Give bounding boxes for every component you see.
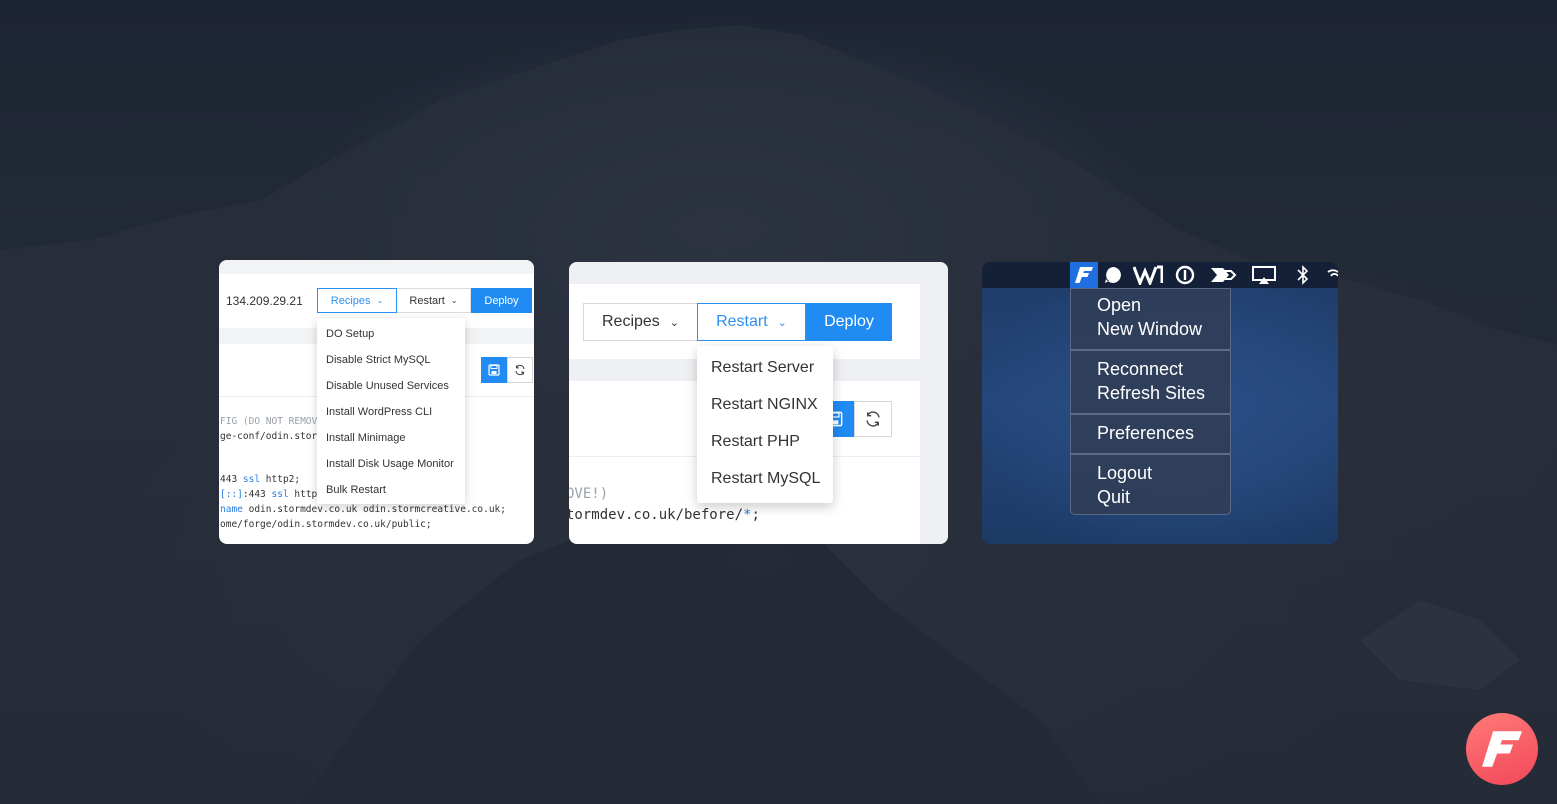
recipes-menu-screenshot: 134.209.29.21 Recipes ⌄ Restart ⌄ Deploy…: [219, 260, 534, 544]
bluetooth-icon[interactable]: [1294, 264, 1312, 286]
restart-button[interactable]: Restart ⌄: [697, 303, 806, 341]
menu-item-install-wordpress-cli[interactable]: Install WordPress CLI: [326, 406, 432, 418]
forge-icon: [1075, 267, 1093, 283]
menubar-app-screenshot: Open New Window Reconnect Refresh Sites …: [982, 262, 1338, 544]
chevron-down-icon: ⌄: [450, 296, 458, 305]
w-icon: [1133, 265, 1163, 285]
recipes-label: Recipes: [601, 313, 660, 330]
wifi-icon[interactable]: [1322, 264, 1338, 286]
refresh-icon: [515, 364, 525, 376]
recipes-label: Recipes: [330, 294, 371, 307]
menu-item-logout[interactable]: Logout: [1097, 463, 1152, 484]
mac-menubar: [982, 262, 1338, 288]
code-line: 443 ssl http2;: [220, 474, 301, 485]
menu-item-reconnect[interactable]: Reconnect: [1097, 359, 1183, 380]
password-icon[interactable]: [1174, 264, 1196, 286]
forge-dropdown-menu: Open New Window Reconnect Refresh Sites …: [1070, 288, 1231, 515]
menu-item-disable-strict-mysql[interactable]: Disable Strict MySQL: [326, 354, 431, 366]
server-ip: 134.209.29.21: [226, 294, 303, 308]
deploy-button[interactable]: Deploy: [806, 303, 892, 341]
code-line: ome/forge/odin.stormdev.co.uk/public;: [220, 519, 432, 530]
server-toolbar: 134.209.29.21 Recipes ⌄ Restart ⌄ Deploy: [219, 287, 534, 315]
chevron-down-icon: ⌄: [777, 316, 787, 329]
top-band: [569, 262, 948, 284]
lock-circle-icon: [1175, 265, 1195, 285]
menu-item-do-setup[interactable]: DO Setup: [326, 328, 374, 340]
deploy-label: Deploy: [484, 294, 519, 307]
refresh-button[interactable]: [854, 401, 892, 437]
code-line: [::]:443 ssl http: [220, 489, 318, 500]
restart-menu-screenshot: Recipes ⌄ Restart ⌄ Deploy OVE!) tormdev…: [569, 262, 948, 544]
restart-button[interactable]: Restart ⌄: [397, 288, 471, 313]
forge-app-badge: [1466, 713, 1538, 785]
menu-item-preferences[interactable]: Preferences: [1097, 423, 1194, 444]
restart-label: Restart: [716, 313, 768, 330]
menu-item-new-window[interactable]: New Window: [1097, 319, 1202, 340]
refresh-icon: [866, 411, 880, 427]
menu-item-open[interactable]: Open: [1097, 295, 1141, 316]
restart-dropdown: Restart Server Restart NGINX Restart PHP…: [697, 346, 833, 503]
menu-item-refresh-sites[interactable]: Refresh Sites: [1097, 383, 1205, 404]
top-strip: [219, 260, 534, 274]
menu-separator: [1071, 453, 1230, 455]
menu-separator: [1071, 413, 1230, 415]
code-line: tormdev.co.uk/before/*;: [569, 507, 760, 523]
recipes-button[interactable]: Recipes ⌄: [317, 288, 397, 313]
refresh-button[interactable]: [507, 357, 533, 383]
menu-item-install-disk-usage-monitor[interactable]: Install Disk Usage Monitor: [326, 458, 454, 470]
save-icon: [488, 364, 500, 376]
airplay-icon[interactable]: [1250, 264, 1278, 286]
save-button[interactable]: [481, 357, 507, 383]
status-icon[interactable]: [1102, 264, 1124, 286]
forge-menubar-icon[interactable]: [1070, 262, 1098, 288]
menu-item-restart-php[interactable]: Restart PHP: [711, 433, 800, 451]
chevron-down-icon: ⌄: [376, 296, 384, 305]
menu-item-restart-server[interactable]: Restart Server: [711, 359, 814, 377]
deploy-button[interactable]: Deploy: [471, 288, 532, 313]
forge-logo-icon: [1482, 731, 1522, 767]
menu-item-restart-nginx[interactable]: Restart NGINX: [711, 396, 818, 414]
menu-item-quit[interactable]: Quit: [1097, 487, 1130, 508]
wifi-glyph: [1327, 269, 1338, 277]
forward-arrows-icon: [1211, 268, 1237, 282]
menu-item-restart-mysql[interactable]: Restart MySQL: [711, 470, 820, 488]
airplay-icon-glyph: [1252, 266, 1276, 284]
arrows-icon[interactable]: [1208, 264, 1238, 286]
bluetooth-glyph: [1297, 265, 1309, 285]
restart-label: Restart: [409, 294, 445, 307]
bubble-icon: [1105, 267, 1121, 283]
menu-separator: [1071, 349, 1230, 351]
code-line: OVE!): [569, 486, 609, 502]
menu-item-bulk-restart[interactable]: Bulk Restart: [326, 484, 386, 496]
recipes-dropdown: DO Setup Disable Strict MySQL Disable Un…: [317, 318, 465, 504]
wordpress-w-icon[interactable]: [1132, 264, 1164, 286]
code-line: ge-conf/odin.stor: [220, 431, 318, 442]
deploy-label: Deploy: [824, 313, 874, 330]
recipes-button[interactable]: Recipes ⌄: [583, 303, 697, 341]
chevron-down-icon: ⌄: [669, 316, 680, 329]
right-band: [920, 284, 948, 544]
code-line: name odin.stormdev.co.uk odin.stormcreat…: [220, 504, 506, 515]
code-line: FIG (DO NOT REMOV: [220, 416, 318, 427]
menu-item-disable-unused-services[interactable]: Disable Unused Services: [326, 380, 449, 392]
menu-item-install-minimage[interactable]: Install Minimage: [326, 432, 405, 444]
